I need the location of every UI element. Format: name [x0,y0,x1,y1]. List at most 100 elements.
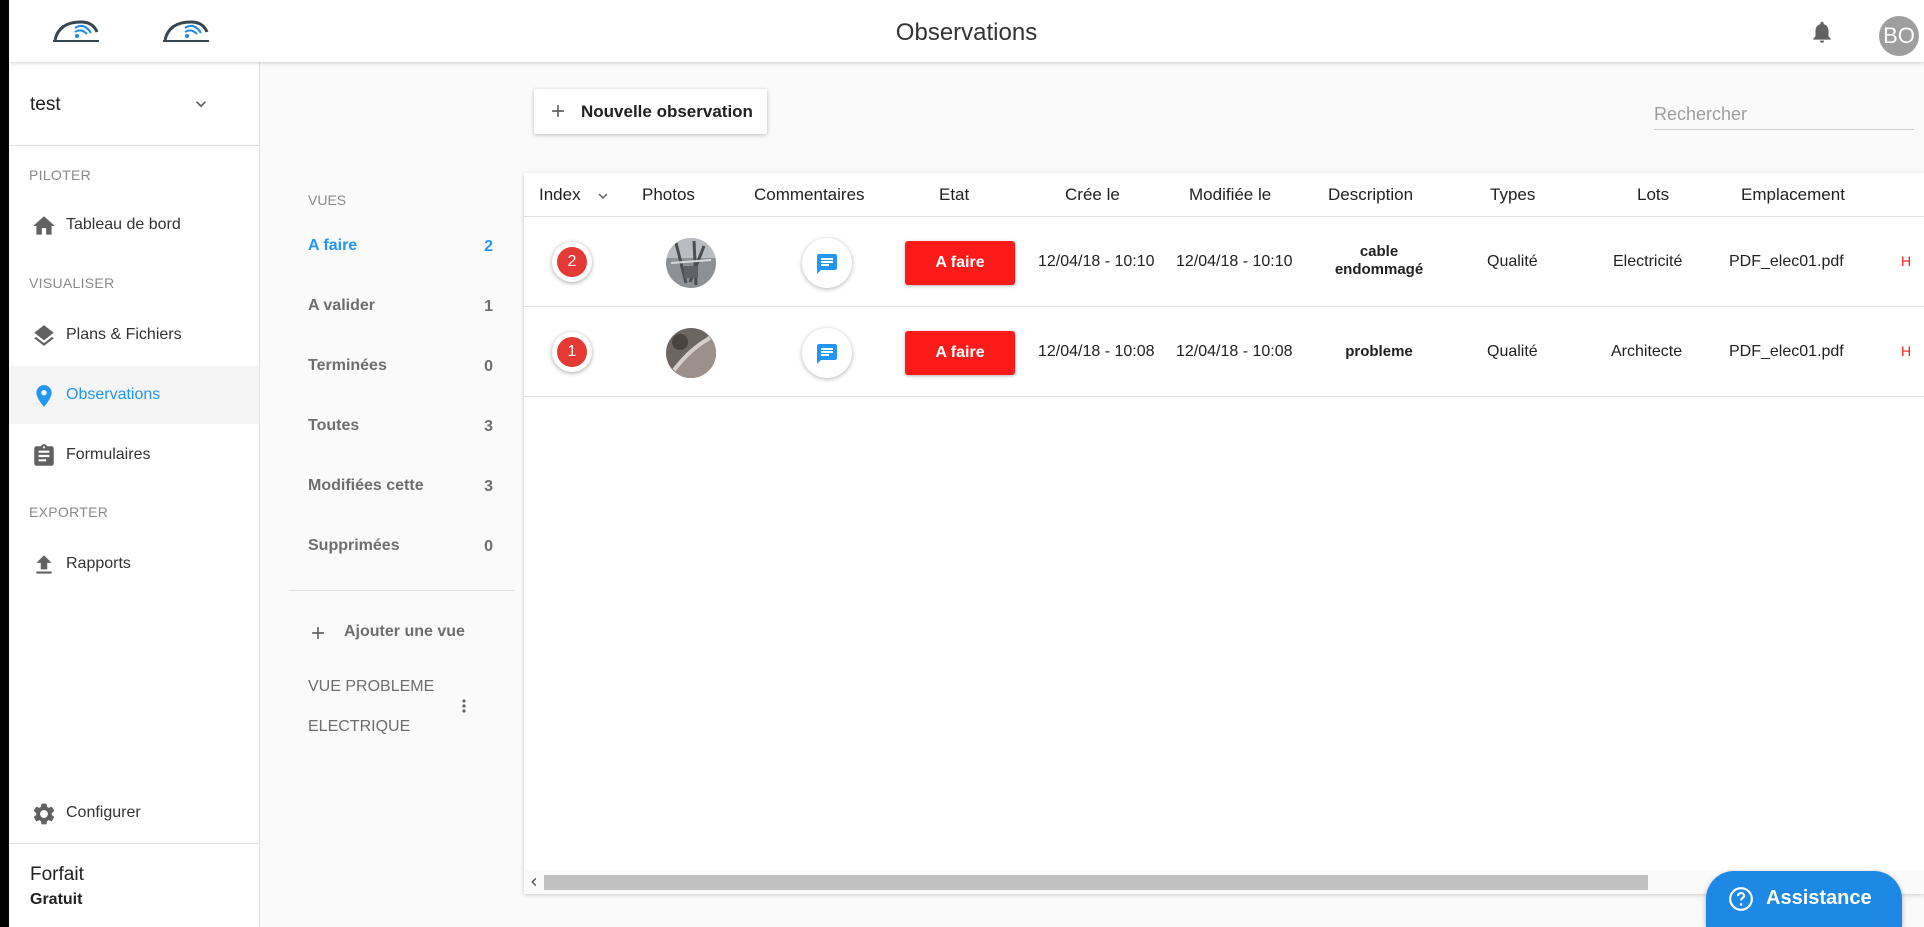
view-count: 0 [484,538,493,555]
view-item-a-faire[interactable]: A faire 2 [289,222,514,272]
lot: Architecte [1611,343,1683,360]
chat-bubble-icon [817,344,837,364]
search-input[interactable] [1654,100,1914,130]
add-view-label: Ajouter une vue [344,623,465,640]
top-bar: Observations BO [9,0,1924,62]
observation-photo[interactable] [666,328,716,378]
sidebar-item-label: Observations [66,386,161,403]
column-header-photos[interactable]: Photos [642,185,695,205]
app-window: Observations BO test PILOTER Tableau de … [9,0,1924,927]
sidebar-item-label: Rapports [66,555,131,572]
views-panel: VUES A faire 2 A valider 1 Terminées 0 T… [289,180,514,760]
view-item-terminees[interactable]: Terminées 0 [289,342,514,392]
table-header: Index Photos Commentaires Etat Crée le M… [524,173,1924,217]
comments-button[interactable] [802,238,852,288]
sidebar-item-label: Formulaires [66,446,151,463]
add-view-button[interactable]: Ajouter une vue [308,619,498,649]
view-item-modifiees[interactable]: Modifiées cette 3 [289,462,514,512]
column-header-modified[interactable]: Modifiée le [1189,185,1271,205]
table-row[interactable]: 2 A faire 12/04/18 - 10:10 12/04/18 - 10… [524,217,1924,307]
view-item-toutes[interactable]: Toutes 3 [289,402,514,452]
scrollbar-thumb[interactable] [544,875,1648,890]
project-name: test [30,94,61,115]
upload-icon [36,555,52,574]
plan-label: Forfait [30,864,84,885]
column-header-description[interactable]: Description [1328,185,1413,205]
observations-table: Index Photos Commentaires Etat Crée le M… [524,173,1924,894]
sidebar-item-plans[interactable]: Plans & Fichiers [9,306,259,364]
sidebar-item-label: Configurer [66,804,141,821]
description-line1: probleme [1345,343,1413,360]
project-selector[interactable]: test [9,62,259,146]
section-label-visualiser: VISUALISER [29,275,115,291]
plan-info: Forfait Gratuit [9,843,259,927]
chevron-left-icon[interactable] [526,874,542,890]
view-label: Modifiées cette [308,477,424,494]
index-number: 2 [557,247,587,277]
view-item-a-valider[interactable]: A valider 1 [289,282,514,332]
description-line2: endommagé [1334,261,1424,278]
sidebar-item-dashboard[interactable]: Tableau de bord [9,196,259,254]
layers-icon [34,325,54,346]
view-count: 3 [484,418,493,435]
sidebar-item-reports[interactable]: Rapports [9,535,259,593]
view-count: 2 [484,238,493,255]
description-line1: cable [1359,243,1399,260]
new-observation-button[interactable]: Nouvelle observation [534,89,767,134]
column-header-created[interactable]: Crée le [1065,185,1120,205]
chevron-down-icon[interactable] [191,94,211,114]
view-label: Supprimées [308,537,400,554]
index-badge: 2 [552,242,592,282]
state-badge[interactable]: A faire [905,331,1015,375]
description: probleme [1314,343,1444,360]
chevron-down-icon[interactable] [594,187,612,205]
column-header-index[interactable]: Index [539,185,581,205]
view-label: A valider [308,297,375,314]
state-badge[interactable]: A faire [905,241,1015,285]
user-avatar[interactable]: BO [1879,16,1919,56]
overflow-cell: H [1901,253,1912,269]
views-title: VUES [308,192,347,208]
type: Qualité [1487,343,1538,360]
column-header-state[interactable]: Etat [939,185,969,205]
location: PDF_elec01.pdf [1729,253,1844,270]
sidebar-item-configure[interactable]: Configurer [9,784,259,842]
type: Qualité [1487,253,1538,270]
view-count: 0 [484,358,493,375]
plus-icon [552,105,564,117]
view-item-supprimees[interactable]: Supprimées 0 [289,522,514,572]
column-header-lots[interactable]: Lots [1637,185,1669,205]
chat-bubble-icon [817,254,837,274]
new-observation-label: Nouvelle observation [581,102,753,121]
observation-photo[interactable] [666,238,716,288]
section-label-piloter: PILOTER [29,167,92,183]
sidebar-item-label: Tableau de bord [66,216,181,233]
created-date: 12/04/18 - 10:08 [1038,343,1155,360]
index-number: 1 [557,337,587,367]
comments-button[interactable] [802,328,852,378]
home-icon [33,216,55,235]
view-label: A faire [308,237,358,254]
help-icon [1729,887,1753,911]
index-badge: 1 [552,332,592,372]
column-header-location[interactable]: Emplacement [1741,185,1845,205]
gear-icon [33,803,55,825]
sidebar-item-label: Plans & Fichiers [66,326,182,343]
assistance-button[interactable]: Assistance [1706,871,1902,927]
sidebar-item-observations[interactable]: Observations [9,366,259,424]
location: PDF_elec01.pdf [1729,343,1844,360]
modified-date: 12/04/18 - 10:08 [1176,343,1293,360]
lot: Electricité [1613,253,1683,270]
more-vertical-icon[interactable] [454,693,474,719]
section-label-exporter: EXPORTER [29,504,109,520]
column-header-types[interactable]: Types [1490,185,1535,205]
column-header-comments[interactable]: Commentaires [754,185,865,205]
table-row[interactable]: 1 A faire 12/04/18 - 10:08 12/04/18 - 10… [524,307,1924,397]
view-count: 3 [484,478,493,495]
assistance-label: Assistance [1766,887,1872,909]
sidebar-item-forms[interactable]: Formulaires [9,426,259,484]
created-date: 12/04/18 - 10:10 [1038,253,1155,270]
notifications-bell-icon[interactable] [1809,18,1835,46]
plan-value: Gratuit [30,891,83,908]
page-title: Observations [895,19,1038,46]
